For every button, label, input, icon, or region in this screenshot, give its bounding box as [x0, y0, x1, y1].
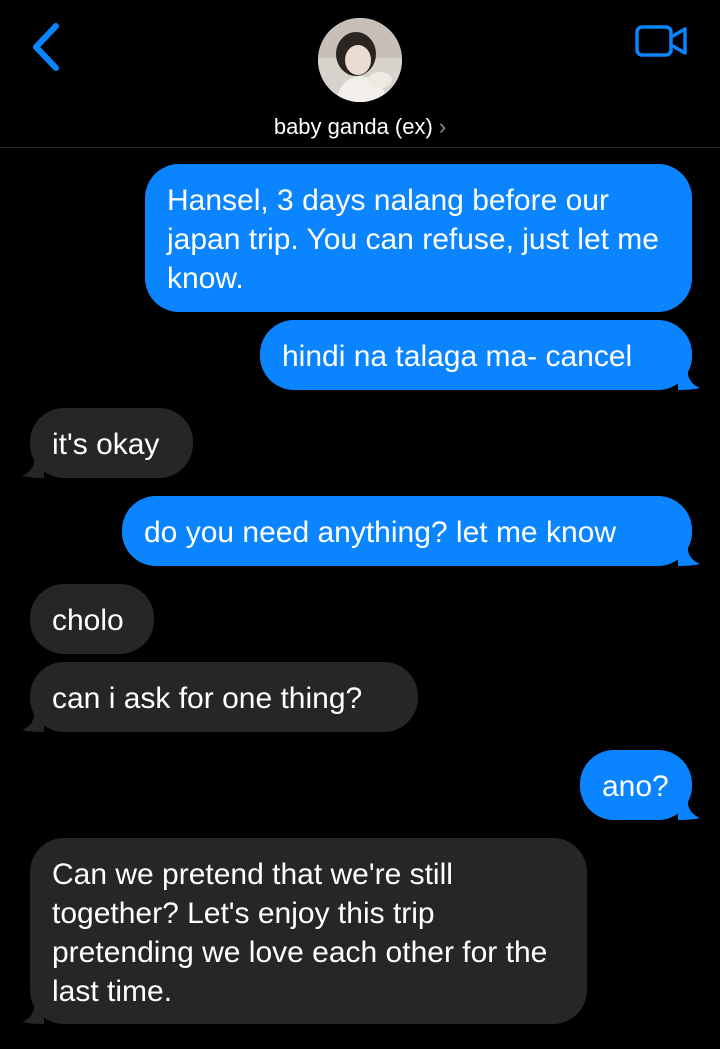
sent-message-bubble[interactable]: hindi na talaga ma- cancel: [260, 320, 700, 390]
message-text: do you need anything? let me know: [144, 516, 616, 549]
bubble-tail: [678, 798, 700, 820]
message-text: ano?: [602, 770, 669, 803]
bubble-tail: [22, 456, 44, 478]
messages-app: baby ganda (ex) › Hansel, 3 days nalang b…: [0, 0, 720, 1049]
message-text: it's okay: [52, 428, 160, 461]
sent-message-bubble[interactable]: ano?: [580, 750, 700, 820]
conversation-header: baby ganda (ex) ›: [0, 0, 720, 148]
received-message-bubble[interactable]: can i ask for one thing?: [22, 662, 418, 732]
sent-message-bubble[interactable]: do you need anything? let me know: [122, 496, 700, 566]
avatar-photo: [318, 18, 402, 102]
video-camera-icon: [635, 25, 687, 57]
chevron-left-icon: [33, 23, 59, 71]
contact-name: baby ganda (ex): [273, 114, 433, 139]
message-text: cholo: [52, 604, 124, 637]
message-text: Can we pretend that we're still together…: [52, 858, 548, 1008]
back-button[interactable]: [26, 20, 66, 74]
message-text: hindi na talaga ma- cancel: [282, 340, 633, 373]
video-call-button[interactable]: [634, 22, 690, 60]
bubble-tail: [22, 1002, 44, 1024]
message-text: Hansel, 3 days nalang before our japan t…: [167, 184, 659, 295]
received-message-bubble[interactable]: Can we pretend that we're still together…: [22, 838, 587, 1024]
bubble-tail: [678, 368, 700, 390]
sent-message-bubble[interactable]: Hansel, 3 days nalang before our japan t…: [145, 164, 692, 312]
contact-avatar[interactable]: [318, 18, 402, 102]
bubble-tail: [678, 544, 700, 566]
chevron-right-icon: ›: [438, 114, 447, 139]
bubble-tail: [22, 710, 44, 732]
contact-name-button[interactable]: baby ganda (ex) ›: [0, 112, 720, 142]
message-text: can i ask for one thing?: [52, 682, 363, 715]
received-message-bubble[interactable]: cholo: [30, 584, 154, 654]
received-message-bubble[interactable]: it's okay: [22, 408, 193, 478]
